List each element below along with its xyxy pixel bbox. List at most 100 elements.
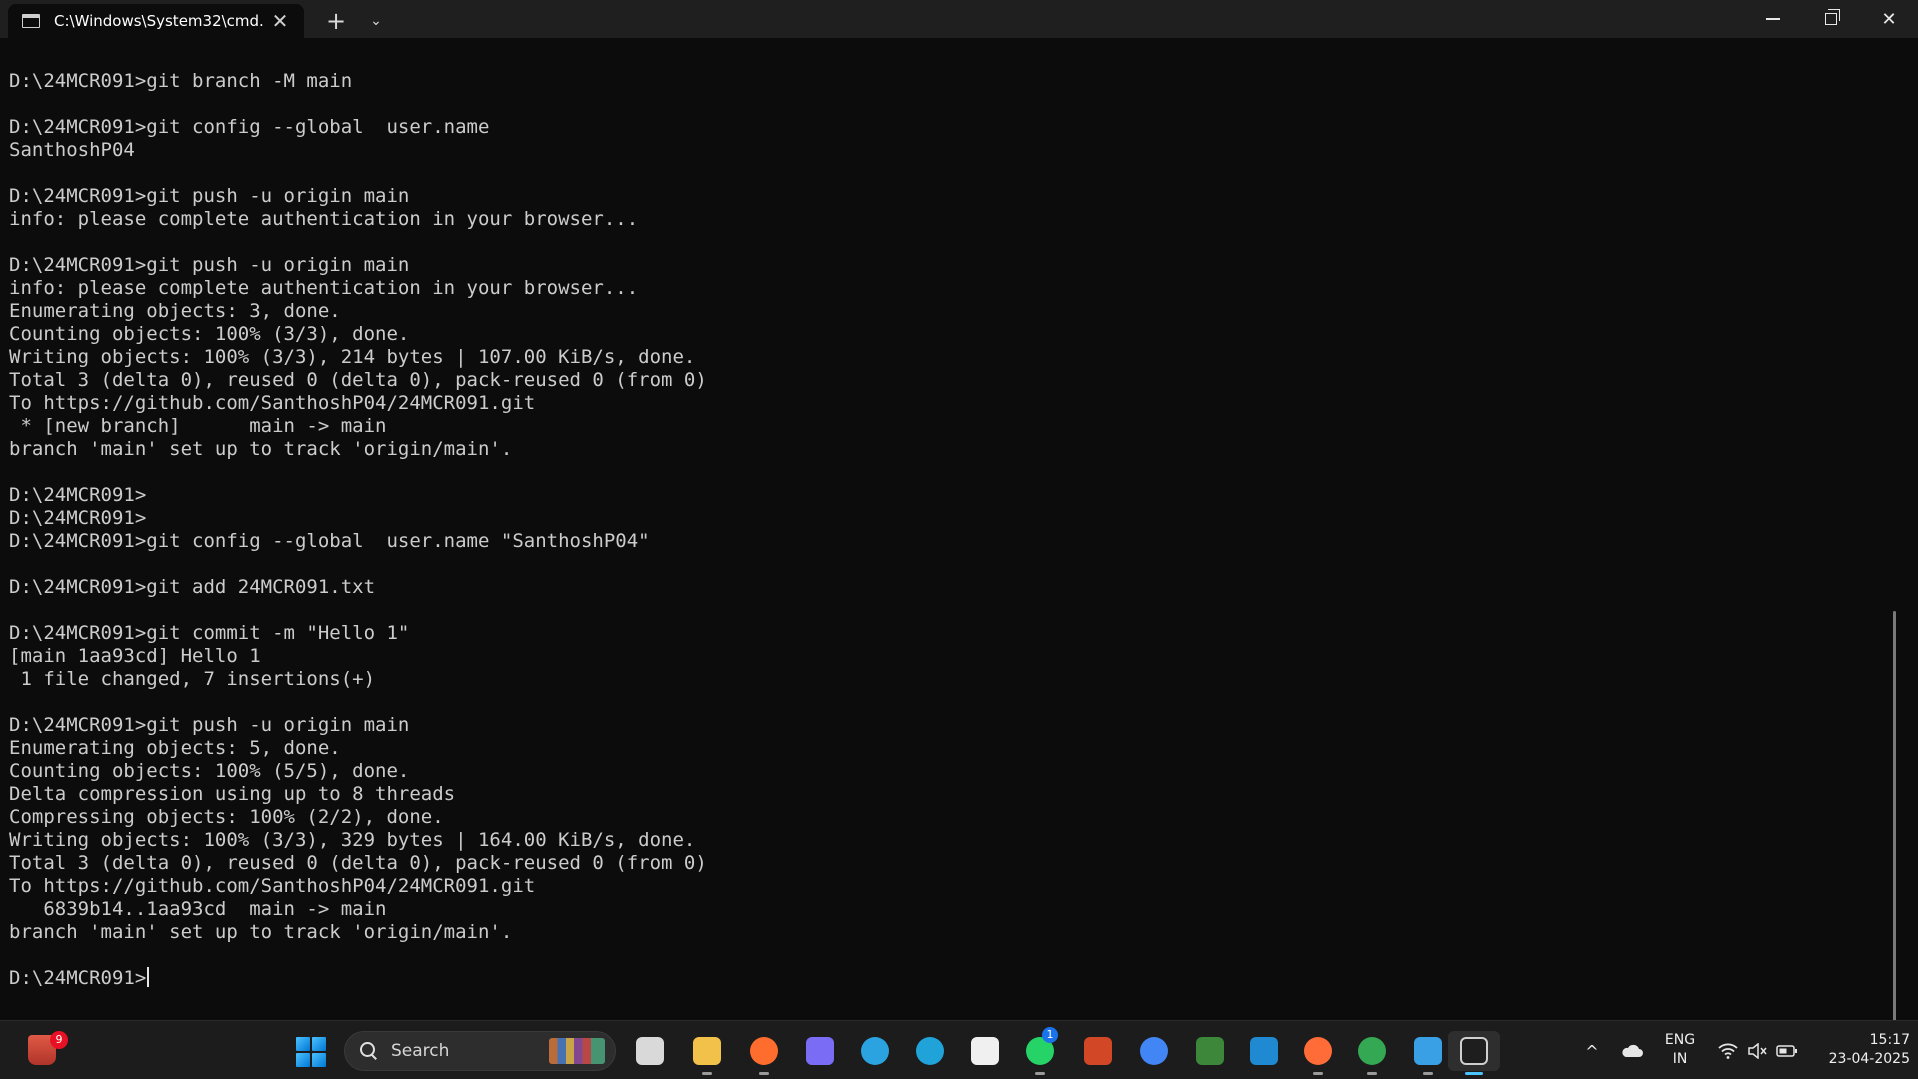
search-icon — [359, 1041, 379, 1061]
powerpoint-icon — [1084, 1037, 1112, 1065]
volume-muted-icon[interactable] — [1742, 1031, 1772, 1071]
notification-widget[interactable]: 9 — [24, 1031, 68, 1067]
terminal-line: info: please complete authentication in … — [9, 277, 639, 299]
prompt-line[interactable]: D:\24MCR091> — [9, 967, 1900, 990]
terminal-line: D:\24MCR091>git add 24MCR091.txt — [9, 576, 376, 598]
nodejs-taskbar-button[interactable] — [1190, 1031, 1230, 1071]
tab-title: C:\Windows\System32\cmd.e — [54, 12, 264, 30]
clock[interactable]: 15:17 23-04-2025 — [1810, 1031, 1910, 1069]
tab-close-icon[interactable]: ✕ — [270, 11, 290, 31]
file-explorer-taskbar-button[interactable] — [687, 1031, 727, 1075]
terminal-line: D:\24MCR091>git branch -M main — [9, 70, 353, 92]
terminal-line: Delta compression using up to 8 threads — [9, 783, 456, 805]
terminal-line: * [new branch] main -> main — [9, 415, 387, 437]
clock-time: 15:17 — [1869, 1032, 1910, 1048]
vscode-taskbar-button[interactable] — [1244, 1031, 1284, 1071]
search-placeholder: Search — [391, 1041, 450, 1061]
terminal-line: D:\24MCR091>git push -u origin main — [9, 254, 410, 276]
minimize-button[interactable] — [1744, 0, 1802, 38]
telegram-icon — [861, 1037, 889, 1065]
chevron-up-icon[interactable]: ^ — [1576, 1031, 1608, 1071]
language-region: IN — [1672, 1051, 1688, 1067]
chrome-taskbar-button[interactable] — [1134, 1031, 1174, 1071]
notepad-icon — [1414, 1037, 1442, 1065]
chevron-down-icon[interactable]: ⌄ — [358, 4, 394, 38]
microsoft-store-taskbar-button[interactable] — [965, 1031, 1005, 1071]
terminal-line: D:\24MCR091>git config --global user.nam… — [9, 530, 650, 552]
terminal-line: [main 1aa93cd] Hello 1 — [9, 645, 261, 667]
microsoft-store-icon — [971, 1037, 999, 1065]
terminal-line: Enumerating objects: 5, done. — [9, 737, 341, 759]
terminal-line: info: please complete authentication in … — [9, 208, 639, 230]
copilot-taskbar-button[interactable] — [800, 1031, 840, 1071]
wifi-icon[interactable] — [1712, 1031, 1744, 1071]
terminal-line: D:\24MCR091>git push -u origin main — [9, 185, 410, 207]
whatsapp-badge: 1 — [1042, 1027, 1058, 1043]
terminal-line: SanthoshP04 — [9, 139, 135, 161]
powerpoint-taskbar-button[interactable] — [1078, 1031, 1118, 1071]
edge-icon — [916, 1037, 944, 1065]
running-indicator — [1465, 1072, 1483, 1075]
text-cursor — [147, 967, 150, 987]
terminal-pane[interactable]: D:\24MCR091>git branch -M main D:\24MCR09… — [0, 38, 1900, 1031]
taskbar: 9 Search 1 ^ ENG IN 15:17 23-04-2025 — [0, 1020, 1918, 1079]
battery-icon[interactable] — [1772, 1031, 1802, 1071]
terminal-line: D:\24MCR091>git config --global user.nam… — [9, 116, 490, 138]
notepad-taskbar-button[interactable] — [1408, 1031, 1448, 1075]
terminal-icon — [1460, 1037, 1488, 1065]
running-indicator — [1423, 1072, 1433, 1075]
chrome-icon — [1140, 1037, 1168, 1065]
terminal-line: Compressing objects: 100% (2/2), done. — [9, 806, 444, 828]
language-indicator[interactable]: ENG IN — [1658, 1031, 1702, 1069]
running-indicator — [1035, 1072, 1045, 1075]
terminal-line: Counting objects: 100% (3/3), done. — [9, 323, 410, 345]
nodejs-icon — [1196, 1037, 1224, 1065]
chrome-profile-taskbar-button[interactable] — [1352, 1031, 1392, 1075]
windows-logo-icon — [312, 1053, 326, 1067]
windows-logo-icon — [296, 1053, 310, 1067]
whatsapp-taskbar-button[interactable]: 1 — [1020, 1027, 1060, 1075]
firefox-taskbar-button[interactable] — [744, 1031, 784, 1075]
cmd-icon — [22, 14, 40, 28]
restore-button[interactable] — [1802, 0, 1860, 38]
postman-taskbar-button[interactable] — [1298, 1031, 1338, 1075]
terminal-line: Counting objects: 100% (5/5), done. — [9, 760, 410, 782]
telegram-taskbar-button[interactable] — [855, 1031, 895, 1071]
close-button[interactable]: ✕ — [1860, 0, 1918, 38]
file-explorer-icon — [693, 1037, 721, 1065]
start-button[interactable] — [296, 1037, 326, 1067]
terminal-output: D:\24MCR091>git branch -M main D:\24MCR09… — [0, 38, 1900, 990]
tab-cmd[interactable]: C:\Windows\System32\cmd.e ✕ — [8, 4, 304, 38]
prompt: D:\24MCR091> — [9, 967, 147, 989]
terminal-line: D:\24MCR091> — [9, 507, 147, 529]
edge-taskbar-button[interactable] — [910, 1031, 950, 1071]
task-view-taskbar-button[interactable] — [630, 1031, 670, 1071]
terminal-line: D:\24MCR091>git commit -m "Hello 1" — [9, 622, 410, 644]
task-view-icon — [636, 1037, 664, 1065]
terminal-line: 6839b14..1aa93cd main -> main — [9, 898, 387, 920]
minimize-icon — [1766, 18, 1780, 20]
windows-logo-icon — [296, 1037, 310, 1051]
restore-icon — [1825, 9, 1840, 25]
terminal-line: D:\24MCR091> — [9, 484, 147, 506]
terminal-line: branch 'main' set up to track 'origin/ma… — [9, 921, 513, 943]
terminal-taskbar-button[interactable] — [1448, 1031, 1500, 1075]
taskbar-search[interactable]: Search — [344, 1031, 616, 1071]
chrome-profile-icon — [1358, 1037, 1386, 1065]
terminal-line: Writing objects: 100% (3/3), 329 bytes |… — [9, 829, 696, 851]
onedrive-icon[interactable] — [1614, 1031, 1650, 1071]
running-indicator — [702, 1072, 712, 1075]
new-tab-button[interactable]: + — [314, 4, 358, 38]
scrollbar-thumb[interactable] — [1893, 611, 1896, 1031]
terminal-line: Writing objects: 100% (3/3), 214 bytes |… — [9, 346, 696, 368]
running-indicator — [1367, 1072, 1377, 1075]
firefox-icon — [750, 1037, 778, 1065]
